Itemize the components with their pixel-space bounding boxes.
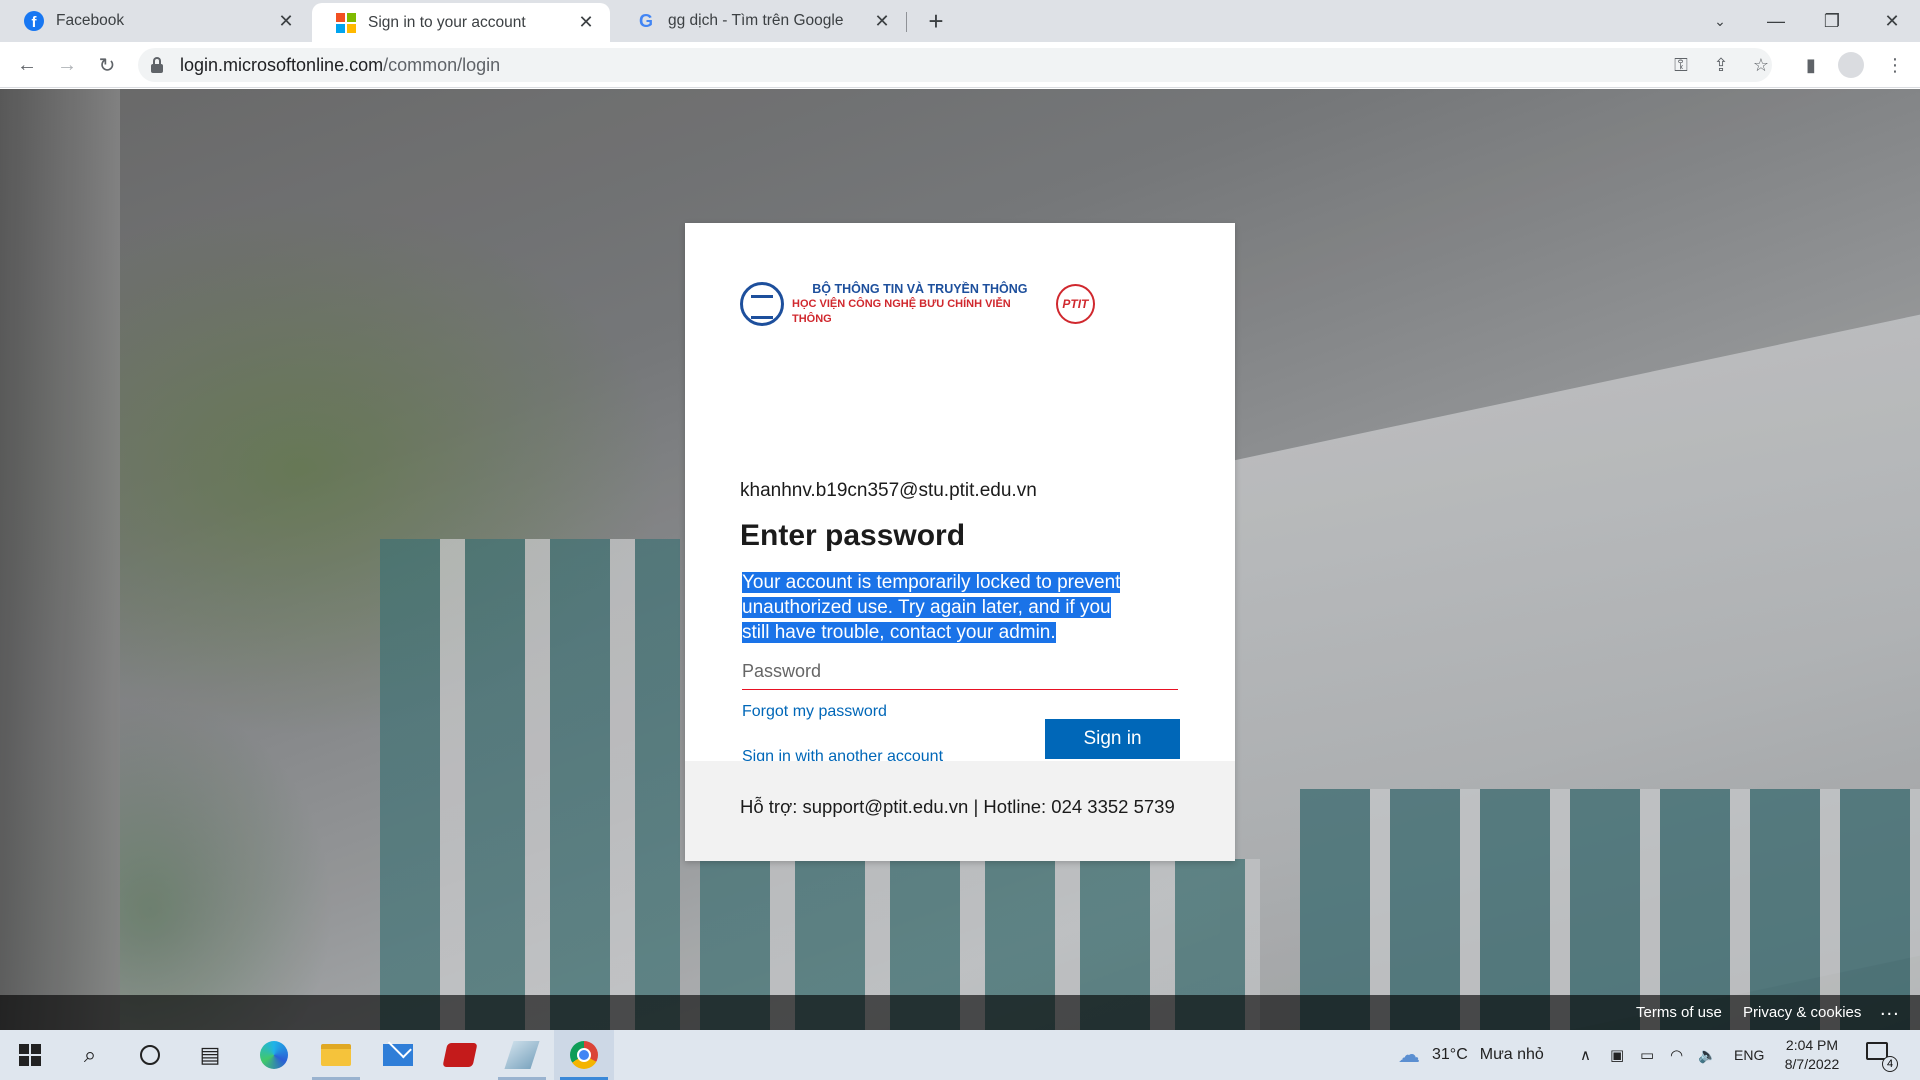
page-background: BỘ THÔNG TIN VÀ TRUYỀN THÔNG HỌC VIỆN CÔ… bbox=[0, 89, 1920, 1030]
weather-temp: 31°C bbox=[1432, 1046, 1468, 1063]
weather-widget[interactable]: ☁ 31°C Mưa nhỏ bbox=[1398, 1030, 1544, 1080]
ptit-logo: PTIT bbox=[1055, 284, 1095, 324]
tab-title: Facebook bbox=[56, 12, 125, 29]
mail-icon bbox=[383, 1044, 413, 1066]
folder-icon bbox=[321, 1044, 351, 1066]
cortana-button[interactable] bbox=[120, 1030, 180, 1080]
taskbar-game-app[interactable] bbox=[430, 1030, 490, 1080]
ministry-emblem-icon bbox=[740, 282, 784, 326]
page-title: Enter password bbox=[740, 519, 966, 552]
clock-date: 8/7/2022 bbox=[1784, 1056, 1840, 1072]
card-footer: Hỗ trợ: support@ptit.edu.vn | Hotline: 0… bbox=[685, 761, 1235, 861]
bookmark-star-icon[interactable]: ☆ bbox=[1748, 52, 1774, 78]
page-footer: Terms of use Privacy & cookies ... bbox=[0, 995, 1920, 1030]
start-button[interactable] bbox=[0, 1030, 60, 1080]
tab-separator bbox=[906, 12, 907, 32]
sign-in-button[interactable]: Sign in bbox=[1045, 719, 1180, 759]
reload-button[interactable]: ↻ bbox=[92, 50, 122, 80]
wifi-icon[interactable]: ◠ bbox=[1670, 1030, 1683, 1080]
back-button[interactable]: ← bbox=[12, 50, 42, 80]
taskbar: ⌕ ▤ ☁ 31°C Mưa nhỏ ∧ ▣ ▭ ◠ 🔈 ENG 2:04 PM… bbox=[0, 1030, 1920, 1080]
password-input[interactable] bbox=[742, 654, 1178, 690]
key-icon[interactable]: ⚿ bbox=[1668, 52, 1694, 78]
error-message: Your account is temporarily locked to pr… bbox=[742, 570, 1142, 645]
facebook-icon: f bbox=[24, 11, 44, 31]
close-window-button[interactable]: ✕ bbox=[1864, 0, 1920, 42]
logo-line2: HỌC VIỆN CÔNG NGHỆ BƯU CHÍNH VIỄN THÔNG bbox=[792, 297, 1011, 325]
language-indicator[interactable]: ENG bbox=[1734, 1030, 1764, 1080]
google-icon: G bbox=[638, 11, 653, 31]
forgot-password-link[interactable]: Forgot my password bbox=[742, 703, 887, 721]
weather-rain-icon: ☁ bbox=[1398, 1042, 1420, 1067]
tab-google[interactable]: G gg dịch - Tìm trên Google ✕ bbox=[612, 0, 906, 42]
lock-icon[interactable] bbox=[150, 57, 164, 73]
minimize-button[interactable]: — bbox=[1748, 0, 1804, 42]
forward-button[interactable]: → bbox=[52, 50, 82, 80]
microsoft-icon bbox=[336, 12, 356, 33]
more-options-button[interactable]: ... bbox=[1880, 998, 1900, 1021]
weather-desc: Mưa nhỏ bbox=[1479, 1046, 1544, 1063]
tab-facebook[interactable]: f Facebook ✕ bbox=[0, 0, 310, 42]
close-icon[interactable]: ✕ bbox=[276, 11, 296, 31]
tab-sign-in[interactable]: Sign in to your account ✕ bbox=[312, 3, 610, 42]
new-tab-button[interactable]: + bbox=[922, 8, 950, 36]
cortana-icon bbox=[140, 1045, 160, 1065]
address-bar[interactable]: login.microsoftonline.com/common/login ⚿… bbox=[138, 48, 1772, 82]
show-hidden-icons-button[interactable]: ∧ bbox=[1580, 1030, 1591, 1080]
search-button[interactable]: ⌕ bbox=[60, 1030, 120, 1080]
meet-now-icon[interactable]: ▣ bbox=[1610, 1030, 1624, 1080]
taskbar-app[interactable] bbox=[492, 1030, 552, 1080]
close-icon[interactable]: ✕ bbox=[576, 12, 596, 33]
edge-icon bbox=[260, 1041, 288, 1069]
tab-search-button[interactable]: ⌄ bbox=[1692, 0, 1748, 42]
logo-text: BỘ THÔNG TIN VÀ TRUYỀN THÔNG HỌC VIỆN CÔ… bbox=[792, 282, 1048, 327]
error-text: Your account is temporarily locked to pr… bbox=[742, 572, 1121, 643]
logo-line1: BỘ THÔNG TIN VÀ TRUYỀN THÔNG bbox=[812, 281, 1028, 296]
notification-center-button[interactable]: 4 bbox=[1866, 1042, 1898, 1072]
terms-link[interactable]: Terms of use bbox=[1636, 1004, 1722, 1021]
notification-count: 4 bbox=[1882, 1056, 1898, 1072]
search-icon: ⌕ bbox=[83, 1042, 97, 1067]
tab-strip: f Facebook ✕ Sign in to your account ✕ G… bbox=[0, 0, 1920, 42]
browser-toolbar: ← → ↻ login.microsoftonline.com/common/l… bbox=[0, 42, 1920, 88]
taskbar-chrome[interactable] bbox=[554, 1030, 614, 1080]
tab-title: gg dịch - Tìm trên Google bbox=[668, 12, 844, 29]
taskbar-file-explorer[interactable] bbox=[306, 1030, 366, 1080]
restore-button[interactable]: ❐ bbox=[1804, 0, 1860, 42]
app-icon bbox=[504, 1041, 540, 1069]
game-app-icon bbox=[442, 1043, 478, 1067]
volume-icon[interactable]: 🔈 bbox=[1698, 1030, 1717, 1080]
url-host: login.microsoftonline.com bbox=[180, 54, 384, 75]
share-icon[interactable]: ⇪ bbox=[1708, 52, 1734, 78]
privacy-link[interactable]: Privacy & cookies bbox=[1743, 1004, 1861, 1021]
close-icon[interactable]: ✕ bbox=[872, 11, 892, 31]
tab-title: Sign in to your account bbox=[368, 13, 526, 31]
organization-logo: BỘ THÔNG TIN VÀ TRUYỀN THÔNG HỌC VIỆN CÔ… bbox=[740, 277, 1095, 331]
task-view-button[interactable]: ▤ bbox=[180, 1030, 240, 1080]
battery-icon[interactable]: ▭ bbox=[1640, 1030, 1654, 1080]
taskbar-edge[interactable] bbox=[244, 1030, 304, 1080]
support-text: Hỗ trợ: support@ptit.edu.vn | Hotline: 0… bbox=[740, 796, 1175, 817]
menu-kebab-icon[interactable]: ⋮ bbox=[1880, 50, 1910, 80]
sign-in-card: BỘ THÔNG TIN VÀ TRUYỀN THÔNG HỌC VIỆN CÔ… bbox=[685, 223, 1235, 861]
url-text[interactable]: login.microsoftonline.com/common/login bbox=[180, 55, 500, 76]
taskbar-mail[interactable] bbox=[368, 1030, 428, 1080]
account-identity: khanhnv.b19cn357@stu.ptit.edu.vn bbox=[740, 480, 1037, 501]
task-view-icon: ▤ bbox=[199, 1042, 221, 1067]
system-clock[interactable]: 2:04 PM 8/7/2022 bbox=[1770, 1036, 1854, 1074]
chrome-icon bbox=[570, 1041, 598, 1069]
url-path: /common/login bbox=[383, 54, 501, 75]
side-panel-icon[interactable]: ▮ bbox=[1796, 50, 1826, 80]
profile-avatar-icon[interactable] bbox=[1838, 52, 1864, 78]
clock-time: 2:04 PM bbox=[1785, 1037, 1839, 1053]
windows-icon bbox=[19, 1044, 41, 1066]
